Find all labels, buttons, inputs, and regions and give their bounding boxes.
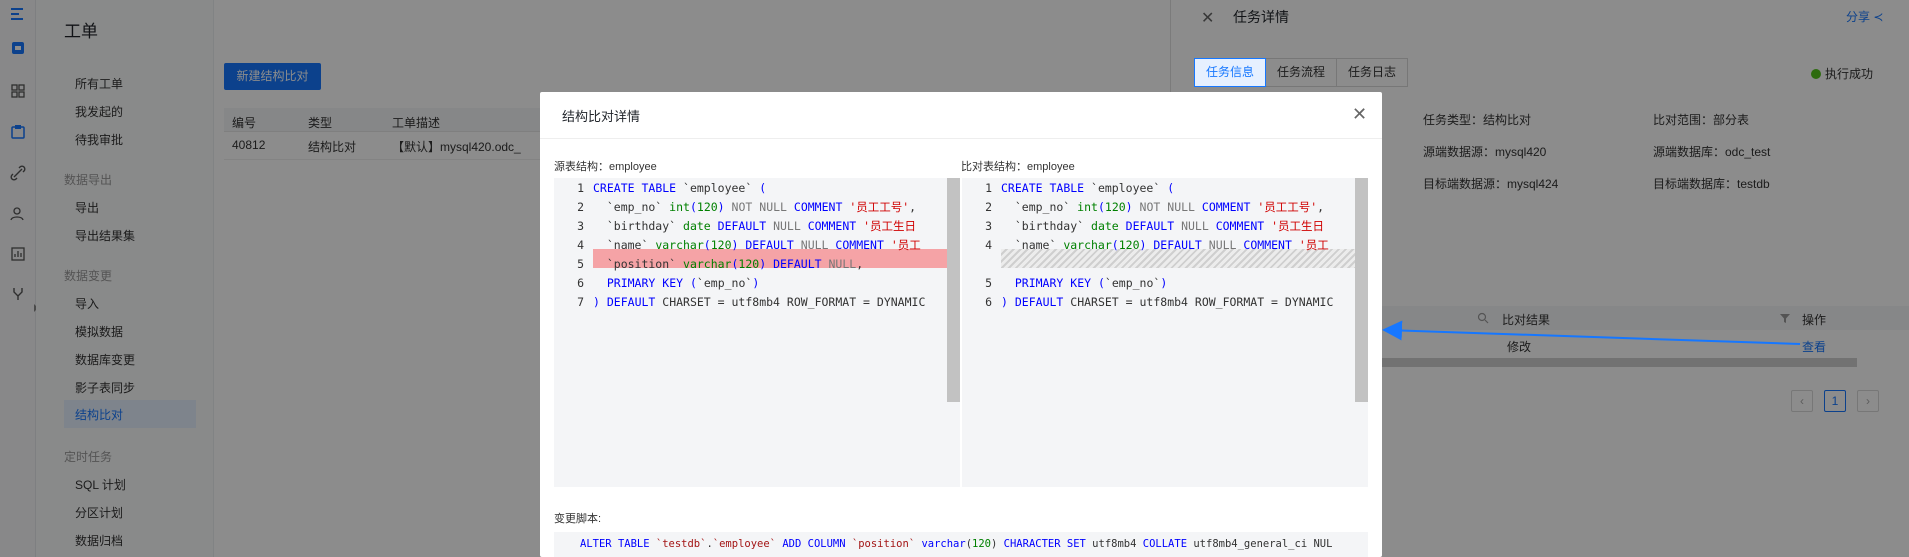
line-code: `name` varchar(120) DEFAULT NULL COMMENT… <box>593 238 921 252</box>
line-code: `birthday` date DEFAULT NULL COMMENT '员工… <box>593 219 917 233</box>
line-number: 1 <box>577 181 584 195</box>
line-code: PRIMARY KEY (`emp_no`) <box>1014 276 1168 290</box>
line-number: 6 <box>985 295 992 309</box>
code-line: 3 `birthday` date DEFAULT NULL COMMENT '… <box>554 217 960 236</box>
line-code: `name` varchar(120) DEFAULT NULL COMMENT… <box>1001 238 1329 252</box>
code-line: 1 CREATE TABLE `employee` ( <box>962 179 1368 198</box>
line-code: `birthday` date DEFAULT NULL COMMENT '员工… <box>1001 219 1325 233</box>
target-structure-label: 比对表结构：employee <box>961 161 1075 173</box>
line-code: `emp_no` int(120) NOT NULL COMMENT '员工工号… <box>1001 200 1325 214</box>
line-code: CREATE TABLE `employee` ( <box>593 181 767 195</box>
change-script-label: 变更脚本: <box>554 513 602 525</box>
code-line: 5 `position` varchar(120) DEFAULT NULL, <box>554 255 960 274</box>
line-number: 5 <box>577 257 584 271</box>
close-icon[interactable]: ✕ <box>1352 105 1367 123</box>
code-line: 2 `emp_no` int(120) NOT NULL COMMENT '员工… <box>554 198 960 217</box>
line-number: 7 <box>577 295 584 309</box>
line-number: 1 <box>985 181 992 195</box>
source-code-pane[interactable]: 1 CREATE TABLE `employee` ( 2 `emp_no` int… <box>554 178 960 487</box>
source-structure-label: 源表结构：employee <box>554 161 657 173</box>
line-number: 2 <box>985 200 992 214</box>
change-script-code[interactable]: ALTER TABLE `testdb`.`employee` ADD COLU… <box>554 532 1368 557</box>
line-code: PRIMARY KEY (`emp_no`) <box>606 276 760 290</box>
line-number: 4 <box>985 238 992 252</box>
code-line: 4 `name` varchar(120) DEFAULT NULL COMME… <box>554 236 960 255</box>
code-line: 2 `emp_no` int(120) NOT NULL COMMENT '员工… <box>962 198 1368 217</box>
line-code: `emp_no` int(120) NOT NULL COMMENT '员工工号… <box>593 200 917 214</box>
tab-task-info[interactable]: 任务信息 <box>1194 58 1267 87</box>
dialog-header: 结构比对详情 ✕ <box>540 92 1382 139</box>
structure-compare-dialog: 结构比对详情 ✕ 源表结构：employee 比对表结构：employee 1C… <box>540 92 1382 557</box>
target-code-pane[interactable]: 1 CREATE TABLE `employee` ( 2 `emp_no` int… <box>962 178 1368 487</box>
line-code: ) DEFAULT CHARSET = utf8mb4 ROW_FORMAT =… <box>593 295 926 309</box>
code-line: 3 `birthday` date DEFAULT NULL COMMENT '… <box>962 217 1368 236</box>
code-line: 7 ) DEFAULT CHARSET = utf8mb4 ROW_FORMAT … <box>554 293 960 312</box>
code-line: 4 `name` varchar(120) DEFAULT NULL COMME… <box>962 236 1368 255</box>
code-line: 6 PRIMARY KEY (`emp_no`) <box>554 274 960 293</box>
line-number: 6 <box>577 276 584 290</box>
line-number: 4 <box>577 238 584 252</box>
code-line: 5 PRIMARY KEY (`emp_no`) <box>962 274 1368 293</box>
line-code: CREATE TABLE `employee` ( <box>1001 181 1175 195</box>
dialog-title: 结构比对详情 <box>562 109 641 124</box>
line-number: 5 <box>985 276 992 290</box>
code-line: 6 ) DEFAULT CHARSET = utf8mb4 ROW_FORMAT … <box>962 293 1368 312</box>
code-line: 1 CREATE TABLE `employee` ( <box>554 179 960 198</box>
line-number: 2 <box>577 200 584 214</box>
line-code: `position` varchar(120) DEFAULT NULL, <box>593 257 864 271</box>
line-code: ) DEFAULT CHARSET = utf8mb4 ROW_FORMAT =… <box>1001 295 1334 309</box>
line-number: 3 <box>577 219 584 233</box>
line-number: 3 <box>985 219 992 233</box>
